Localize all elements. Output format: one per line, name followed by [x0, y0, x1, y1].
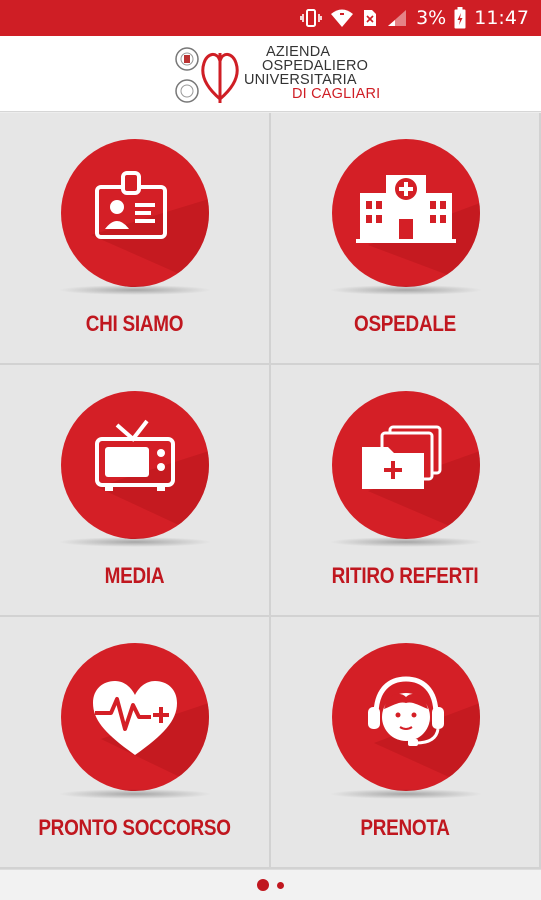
heart-pulse-icon	[61, 643, 209, 791]
clock: 11:47	[474, 7, 529, 29]
wifi-icon	[330, 8, 354, 28]
icon-shadow	[58, 789, 212, 799]
sim-icon	[362, 8, 378, 28]
menu-label: MEDIA	[104, 563, 165, 588]
menu-tile-ospedale[interactable]: OSPEDALE	[271, 113, 541, 365]
menu-tile-ritiro-referti[interactable]: RITIRO REFERTI	[271, 365, 541, 617]
logo-line-2: Ospedaliero	[262, 58, 369, 74]
heart-logo-icon	[201, 53, 239, 103]
logo-line-4: di Cagliari	[292, 86, 381, 102]
menu-label: PRENOTA	[360, 815, 450, 840]
page-dot-active[interactable]	[257, 879, 269, 891]
menu-tile-pronto-soccorso[interactable]: PRONTO SOCCORSO	[0, 617, 271, 869]
icon-shadow	[329, 789, 483, 799]
tv-icon	[61, 391, 209, 539]
battery-icon	[454, 7, 466, 29]
menu-grid: CHI SIAMO OSPEDALE MEDIA RITIRO REFERTI …	[0, 113, 541, 869]
status-bar: 3% 11:47	[0, 0, 541, 36]
vibrate-icon	[300, 8, 322, 28]
battery-percent: 3%	[416, 7, 447, 29]
page-indicator	[0, 869, 541, 900]
logo-wordmark: Azienda Ospedaliero Universitaria di Cag…	[244, 44, 381, 102]
app-header: Azienda Ospedaliero Universitaria di Cag…	[0, 36, 541, 112]
menu-label: OSPEDALE	[353, 311, 457, 336]
logo-line-3: Universitaria	[244, 72, 357, 88]
menu-tile-chi-siamo[interactable]: CHI SIAMO	[0, 113, 271, 365]
menu-tile-media[interactable]: MEDIA	[0, 365, 271, 617]
university-seals-icon	[175, 47, 199, 103]
icon-shadow	[329, 537, 483, 547]
icon-shadow	[329, 285, 483, 295]
hospital-logo: Azienda Ospedaliero Universitaria di Cag…	[174, 43, 381, 107]
id-badge-icon	[61, 139, 209, 287]
menu-tile-prenota[interactable]: PRENOTA	[271, 617, 541, 869]
medical-folder-icon	[332, 391, 480, 539]
icon-shadow	[58, 537, 212, 547]
page-dot[interactable]	[277, 881, 284, 889]
headset-operator-icon	[332, 643, 480, 791]
menu-label: CHI SIAMO	[85, 311, 184, 336]
signal-icon	[386, 8, 408, 28]
hospital-icon	[332, 139, 480, 287]
menu-label: PRONTO SOCCORSO	[38, 815, 231, 840]
logo-line-1: Azienda	[266, 44, 331, 60]
menu-label: RITIRO REFERTI	[331, 563, 479, 588]
icon-shadow	[58, 285, 212, 295]
